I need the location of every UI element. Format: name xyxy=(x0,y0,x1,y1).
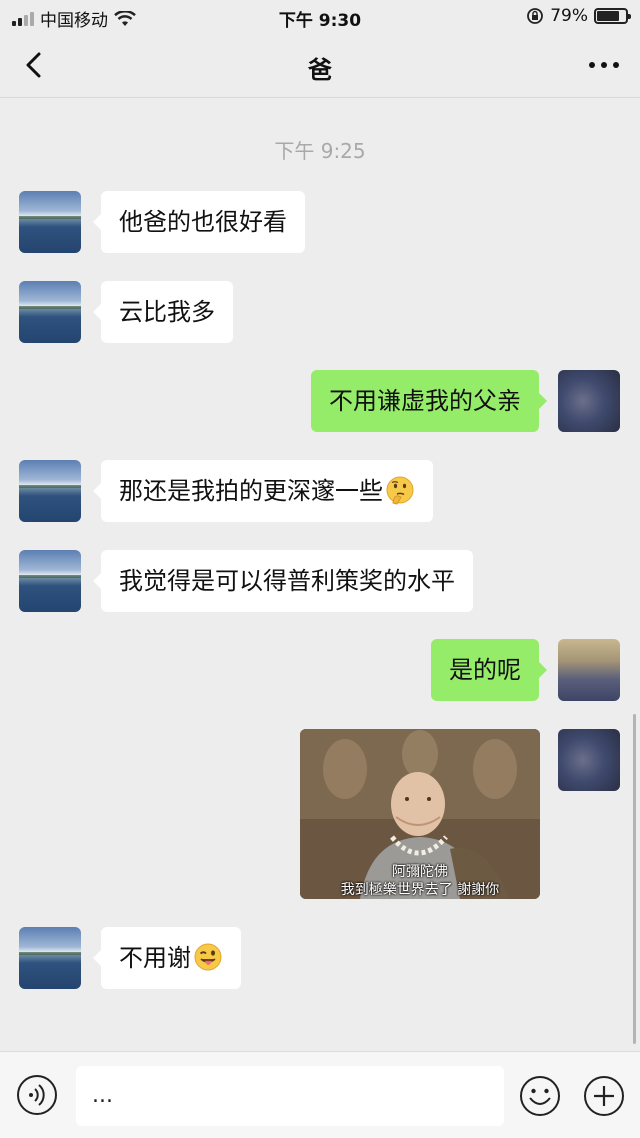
chat-title: 爸 xyxy=(308,56,332,84)
winking-tongue-face-icon xyxy=(194,943,222,971)
contact-avatar[interactable] xyxy=(19,927,81,989)
my-avatar[interactable] xyxy=(558,639,620,701)
message-input[interactable]: ... xyxy=(76,1066,504,1126)
status-right: 79% xyxy=(526,6,631,26)
contact-avatar[interactable] xyxy=(19,191,81,253)
contact-avatar[interactable] xyxy=(19,550,81,612)
contact-avatar[interactable] xyxy=(19,460,81,522)
more-options-icon[interactable] xyxy=(586,50,622,80)
my-avatar[interactable] xyxy=(558,370,620,432)
plus-button-icon[interactable] xyxy=(582,1074,626,1118)
message-timestamp: 下午 9:25 xyxy=(274,139,366,163)
outgoing-message[interactable]: 不用谦虚我的父亲 xyxy=(311,370,547,432)
my-avatar[interactable] xyxy=(558,729,620,791)
battery-percent: 79% xyxy=(550,6,588,26)
voice-input-icon[interactable] xyxy=(16,1074,58,1116)
thinking-face-icon xyxy=(386,476,414,505)
contact-avatar[interactable] xyxy=(19,281,81,343)
incoming-message[interactable]: 他爸的也很好看 xyxy=(93,191,305,253)
chat-header: 爸 xyxy=(0,34,640,98)
input-bar: ... xyxy=(0,1051,640,1138)
emoji-button-icon[interactable] xyxy=(518,1074,562,1118)
message-list[interactable]: 下午 9:25 他爸的也很好看 云比我多 不用谦虚我的父亲 那还是我拍的更深邃一… xyxy=(0,99,640,1051)
battery-icon xyxy=(594,8,631,24)
message-text: 那还是我拍的更深邃一些 xyxy=(119,477,383,505)
image-caption-line1: 阿彌陀佛 xyxy=(392,864,448,880)
image-message[interactable]: 阿彌陀佛 我到極樂世界去了 謝謝你 xyxy=(300,729,540,899)
incoming-message[interactable]: 那还是我拍的更深邃一些 xyxy=(93,460,433,522)
status-bar: 中国移动 下午 9:30 79% xyxy=(0,0,640,34)
message-text: 不用谢 xyxy=(119,944,191,972)
orientation-lock-icon xyxy=(527,8,544,24)
outgoing-message[interactable]: 是的呢 xyxy=(431,639,547,701)
incoming-message[interactable]: 不用谢 xyxy=(93,927,241,989)
image-caption-line2: 我到極樂世界去了 謝謝你 xyxy=(340,882,500,898)
incoming-message[interactable]: 云比我多 xyxy=(93,281,233,343)
scrollbar[interactable] xyxy=(633,714,636,1044)
incoming-message[interactable]: 我觉得是可以得普利策奖的水平 xyxy=(93,550,473,612)
